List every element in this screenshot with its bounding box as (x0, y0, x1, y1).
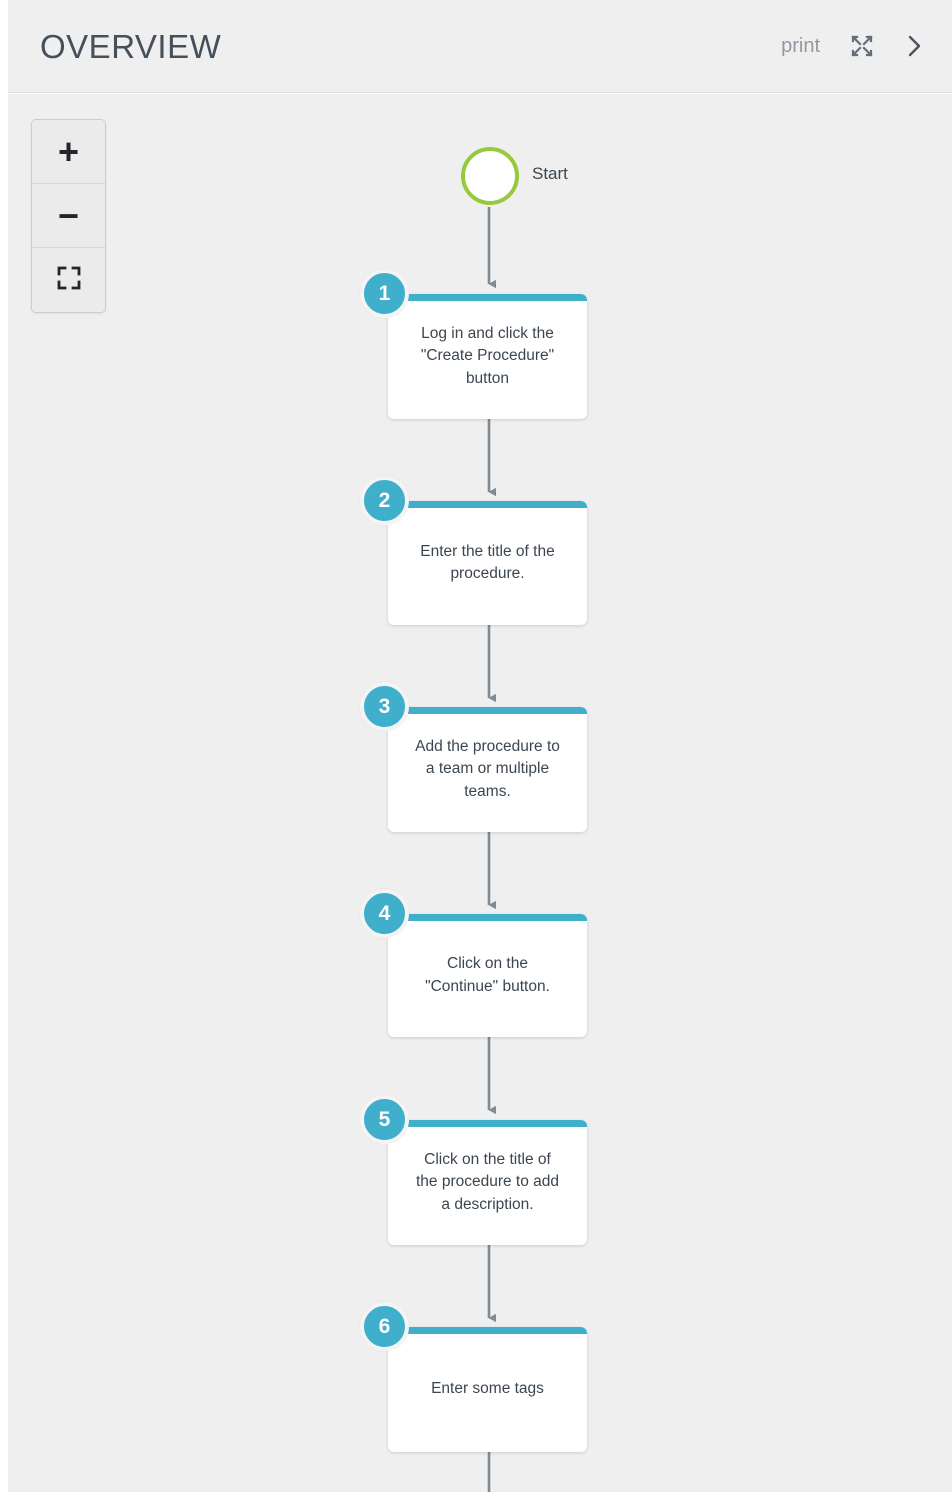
flowchart-overview-page: OVERVIEW print + − Start Log in and clic… (0, 0, 952, 1492)
start-node[interactable] (461, 147, 519, 205)
page-header: OVERVIEW print (8, 0, 952, 93)
step-card[interactable]: Add the procedure to a team or multiple … (388, 707, 587, 832)
step-text: Add the procedure to a team or multiple … (415, 737, 560, 800)
step-text: Click on the title of the procedure to a… (415, 1150, 560, 1213)
step-number-badge: 5 (360, 1095, 409, 1144)
flow-step[interactable]: Enter some tags 6 (360, 1302, 587, 1452)
header-actions: print (781, 33, 924, 59)
diagram-canvas[interactable]: + − Start Log in and click the "Create P… (8, 94, 952, 1492)
page-title: OVERVIEW (40, 27, 222, 65)
step-accent-bar (388, 294, 587, 301)
step-number-badge: 4 (360, 889, 409, 938)
step-accent-bar (388, 1327, 587, 1334)
step-number-badge: 2 (360, 476, 409, 525)
step-number-badge: 6 (360, 1302, 409, 1351)
step-number-badge: 1 (360, 269, 409, 318)
step-card[interactable]: Click on the title of the procedure to a… (388, 1120, 587, 1245)
print-button[interactable]: print (781, 36, 820, 56)
step-card[interactable]: Click on the "Continue" button. (388, 914, 587, 1037)
flow-diagram: Start Log in and click the "Create Proce… (8, 94, 952, 1492)
chevron-right-icon[interactable] (904, 33, 924, 59)
step-card[interactable]: Log in and click the "Create Procedure" … (388, 294, 587, 419)
step-accent-bar (388, 914, 587, 921)
step-text: Click on the "Continue" button. (425, 955, 550, 995)
step-text: Log in and click the "Create Procedure" … (420, 324, 555, 387)
flow-step[interactable]: Click on the "Continue" button. 4 (360, 889, 587, 1037)
flow-step[interactable]: Log in and click the "Create Procedure" … (360, 269, 587, 419)
step-card[interactable]: Enter some tags (388, 1327, 587, 1452)
step-accent-bar (388, 501, 587, 508)
flow-step[interactable]: Click on the title of the procedure to a… (360, 1095, 587, 1245)
step-card[interactable]: Enter the title of the procedure. (388, 501, 587, 625)
expand-arrows-icon[interactable] (850, 34, 874, 58)
flow-step[interactable]: Enter the title of the procedure. 2 (360, 476, 587, 625)
flow-step[interactable]: Add the procedure to a team or multiple … (360, 682, 587, 832)
step-text: Enter the title of the procedure. (420, 542, 555, 582)
step-text: Enter some tags (431, 1380, 544, 1398)
step-accent-bar (388, 1120, 587, 1127)
step-accent-bar (388, 707, 587, 714)
start-node-label: Start (532, 164, 568, 183)
step-number-badge: 3 (360, 682, 409, 731)
